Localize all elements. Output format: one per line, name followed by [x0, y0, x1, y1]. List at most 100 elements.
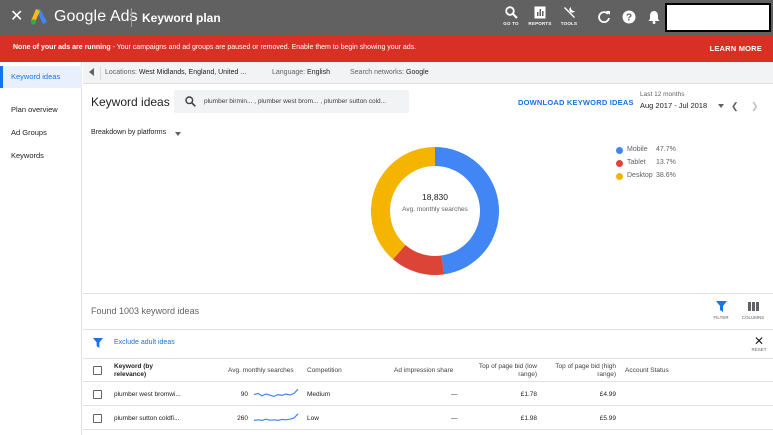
- brand-name: Google Ads: [54, 8, 138, 25]
- col-competition[interactable]: Competition: [307, 367, 342, 375]
- col-impression-share[interactable]: Ad impression share: [394, 367, 453, 375]
- legend-value: 13.7%: [656, 159, 676, 166]
- collapse-arrow-icon[interactable]: [89, 68, 94, 76]
- filter-icon: [93, 338, 103, 348]
- locations-filter[interactable]: Locations: West Midlands, England, Unite…: [105, 69, 246, 76]
- competition-cell: Low: [307, 415, 319, 422]
- chart-center-label: Avg. monthly searches: [402, 206, 468, 213]
- locations-value: West Midlands, England, United ...: [138, 69, 247, 76]
- locations-label: Locations:: [105, 69, 137, 76]
- header-divider: [131, 8, 132, 27]
- col-account-status[interactable]: Account Status: [625, 367, 669, 375]
- legend-label: Tablet: [627, 159, 646, 166]
- columns-label: COLUMNS: [741, 315, 765, 320]
- banner-text: - Your campaigns and ad groups are pause…: [110, 44, 417, 51]
- breakdown-select[interactable]: Breakdown by platforms: [91, 129, 166, 136]
- page-title: Keyword plan: [142, 11, 221, 25]
- banner-bold: None of your ads are running: [13, 44, 111, 51]
- filter-label: FILTER: [713, 315, 729, 320]
- chevron-left-icon[interactable]: ❮: [731, 101, 739, 112]
- exclude-adult-ideas-chip[interactable]: Exclude adult ideas: [114, 339, 175, 346]
- sidebar: Keyword ideas Plan overview Ad Groups Ke…: [0, 62, 82, 435]
- chevron-right-icon[interactable]: ❯: [751, 101, 759, 112]
- bid-low-cell: £1.78: [520, 391, 537, 398]
- table-row[interactable]: plumber west bromwi... 90 Medium — £1.78…: [83, 383, 773, 406]
- reports-icon: [534, 6, 546, 19]
- date-range-select[interactable]: Aug 2017 - Jul 2018: [640, 101, 707, 110]
- top-bar: ✕ Google Ads Keyword plan GO TO REPORTS …: [0, 0, 773, 35]
- tools-button[interactable]: TOOLS: [556, 6, 582, 26]
- col-bid-low[interactable]: Top of page bid (low range): [468, 363, 537, 379]
- tools-label: TOOLS: [560, 21, 578, 26]
- legend-dot: [616, 160, 623, 167]
- filter-button[interactable]: FILTER: [708, 301, 734, 320]
- row-checkbox[interactable]: [93, 414, 102, 423]
- status-banner: None of your ads are running - Your camp…: [0, 35, 773, 62]
- table-row[interactable]: plumber sutton coldfi... 260 Low — £1.98…: [83, 407, 773, 430]
- download-keyword-ideas-button[interactable]: DOWNLOAD KEYWORD IDEAS: [518, 98, 634, 107]
- reset-button[interactable]: ✕ RESET: [751, 335, 767, 352]
- chevron-down-icon[interactable]: [718, 104, 724, 108]
- language-filter[interactable]: Language: English: [272, 69, 330, 76]
- reset-label: RESET: [751, 347, 767, 352]
- bid-high-cell: £5.99: [599, 415, 616, 422]
- search-query: plumber birmin... , plumber west brom...…: [204, 98, 387, 105]
- columns-icon: [747, 302, 759, 311]
- columns-button[interactable]: COLUMNS: [740, 301, 766, 320]
- col-searches[interactable]: Avg. monthly searches: [228, 367, 294, 375]
- networks-filter[interactable]: Search networks: Google: [350, 69, 429, 76]
- filter-bar: Locations: West Midlands, England, Unite…: [83, 62, 773, 84]
- legend-value: 38.6%: [656, 172, 676, 179]
- goto-label: GO TO: [503, 21, 519, 26]
- keyword-cell: plumber west bromwi...: [114, 391, 181, 398]
- sidebar-item-keyword-ideas[interactable]: Keyword ideas: [0, 66, 82, 88]
- wrench-icon: [563, 7, 575, 18]
- sparkline-path: [253, 413, 299, 422]
- trend-sparkline: [253, 413, 299, 422]
- competition-cell: Medium: [307, 391, 331, 398]
- trend-sparkline: [253, 388, 299, 398]
- results-count: Found 1003 keyword ideas: [91, 306, 200, 316]
- filter-separator: [100, 66, 101, 80]
- svg-text:?: ?: [626, 13, 632, 24]
- networks-value: Google: [406, 69, 429, 76]
- chart-center-value: 18,830: [422, 192, 448, 202]
- chevron-down-icon[interactable]: [175, 132, 181, 136]
- col-bid-high[interactable]: Top of page bid (high range): [547, 363, 616, 379]
- sidebar-item-plan-overview[interactable]: Plan overview: [0, 99, 82, 121]
- sidebar-item-ad-groups[interactable]: Ad Groups: [0, 122, 82, 144]
- searches-cell: 260: [237, 415, 248, 422]
- legend-label: Desktop: [627, 172, 653, 179]
- section-divider: [83, 329, 773, 330]
- sidebar-item-keywords[interactable]: Keywords: [0, 145, 82, 167]
- networks-label: Search networks:: [350, 69, 405, 76]
- row-checkbox[interactable]: [93, 390, 102, 399]
- reports-button[interactable]: REPORTS: [527, 6, 553, 26]
- language-label: Language:: [272, 69, 306, 76]
- banner-message: None of your ads are running - Your camp…: [13, 44, 416, 51]
- account-switcher[interactable]: [665, 3, 771, 32]
- notifications-icon[interactable]: [647, 10, 661, 24]
- table-header: Keyword (by relevance) Avg. monthly sear…: [83, 358, 773, 382]
- legend-dot: [616, 173, 623, 180]
- impression-share-cell: —: [451, 391, 458, 398]
- date-range-label: Last 12 months: [640, 91, 685, 98]
- col-keyword[interactable]: Keyword (by relevance): [114, 363, 184, 379]
- legend-label: Mobile: [627, 146, 648, 153]
- search-icon: [185, 96, 196, 107]
- reports-label: REPORTS: [528, 21, 552, 26]
- close-icon[interactable]: ✕: [10, 9, 24, 25]
- filter-icon: [715, 301, 727, 312]
- searches-cell: 90: [240, 391, 248, 398]
- impression-share-cell: —: [451, 415, 458, 422]
- select-all-checkbox[interactable]: [93, 366, 102, 375]
- close-icon: ✕: [753, 334, 765, 348]
- legend-dot: [616, 147, 623, 154]
- learn-more-link[interactable]: LEARN MORE: [710, 44, 762, 53]
- language-value: English: [307, 69, 331, 76]
- keyword-search-box[interactable]: plumber birmin... , plumber west brom...…: [174, 90, 409, 113]
- sparkline-path: [253, 388, 299, 398]
- help-icon[interactable]: ?: [622, 10, 636, 24]
- goto-button[interactable]: GO TO: [498, 6, 524, 26]
- refresh-icon[interactable]: [597, 10, 611, 24]
